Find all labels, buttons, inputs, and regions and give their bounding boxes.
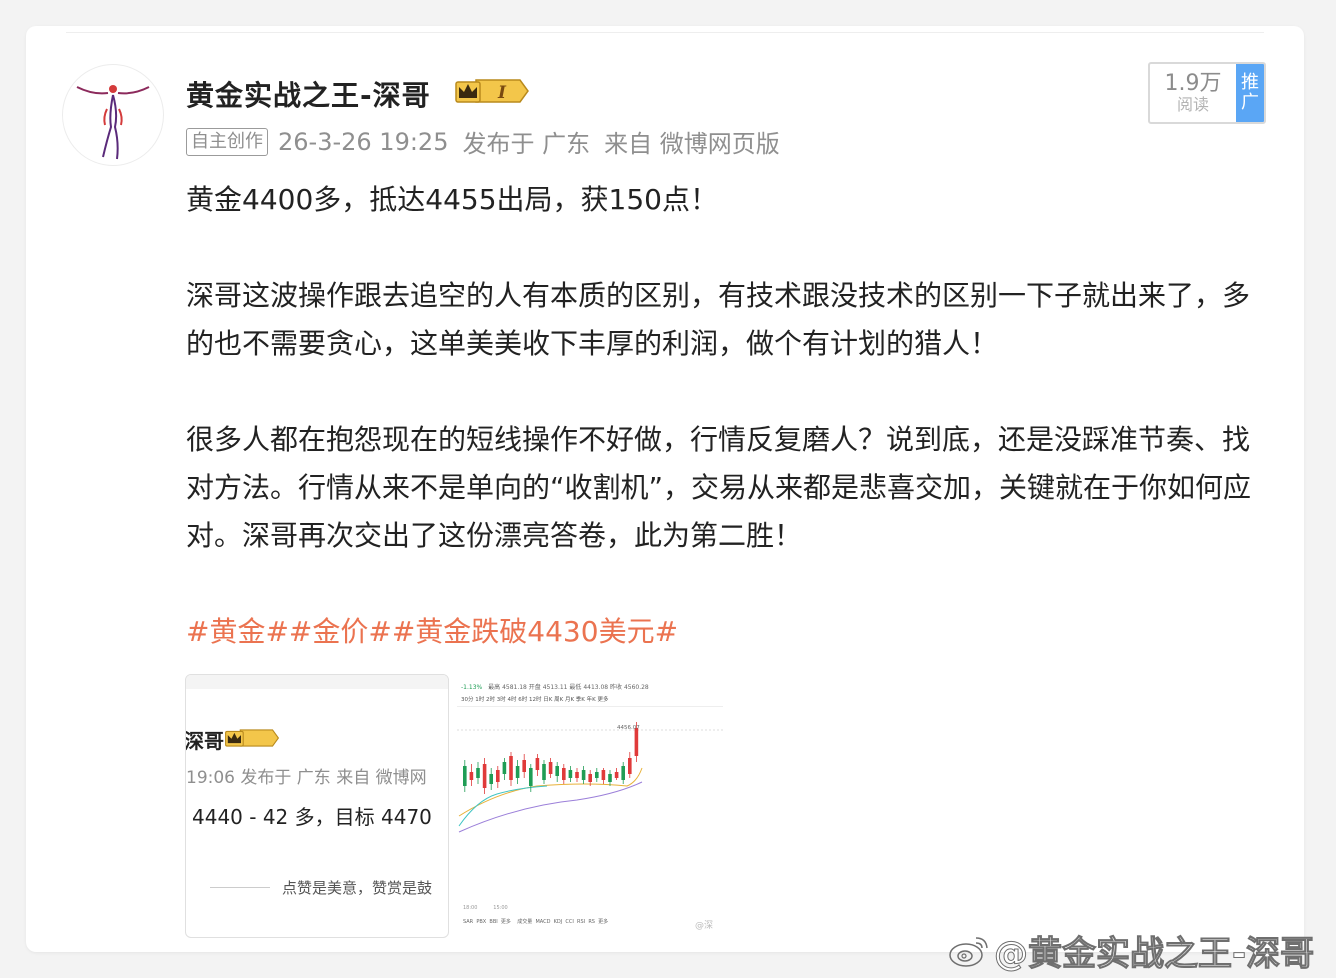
- post-meta: 自主创作 26-3-26 19:25 发布于 广东 来自 微博网页版: [186, 124, 780, 159]
- image1-content: 4440 - 42 多，目标 4470: [192, 805, 432, 829]
- candle-body: [555, 766, 559, 776]
- candle-body: [628, 758, 632, 774]
- candle-body: [562, 768, 566, 780]
- candlestick-chart: [457, 722, 723, 833]
- candle-body: [496, 770, 500, 782]
- chart-stats: 最高 4581.18 开盘 4513.11 最低 4413.08 昨收 4560…: [488, 684, 649, 691]
- author-name[interactable]: 黄金实战之王-深哥: [186, 74, 431, 114]
- candle-body: [548, 762, 553, 774]
- candle-body: [595, 772, 599, 778]
- candle-body: [614, 772, 619, 778]
- source-tag: 自主创作: [186, 127, 268, 156]
- attached-image-2[interactable]: -1.13% 最高 4581.18 开盘 4513.11 最低 4413.08 …: [457, 682, 723, 936]
- badge-level-text: I: [497, 83, 507, 103]
- post-hashtags[interactable]: #黄金##金价##黄金跌破4430美元#: [186, 608, 1266, 656]
- post-paragraph-3: 很多人都在抱怨现在的短线操作不好做，行情反复磨人？说到底，还是没踩准节奏、找对方…: [186, 423, 1252, 552]
- image1-divider: [210, 887, 270, 888]
- candle-body: [463, 766, 467, 786]
- post-timestamp[interactable]: 26-3-26 19:25: [278, 128, 448, 156]
- weibo-logo-icon: [949, 936, 988, 967]
- post-paragraph-1: 黄金4400多，抵达4455出局，获150点！: [186, 183, 718, 216]
- reads-label: 阅读: [1176, 95, 1209, 114]
- promote-label-2: 广: [1241, 92, 1259, 113]
- candle-body: [634, 728, 639, 756]
- weibo-watermark: @黄金实战之王-深哥: [948, 926, 1315, 975]
- post-client: 来自 微博网页版: [604, 130, 780, 158]
- candle-body: [535, 758, 540, 770]
- reads-count: 1.9万: [1164, 71, 1222, 96]
- candle-body: [581, 770, 586, 780]
- chart-ma-line: [458, 785, 548, 827]
- attached-image-1[interactable]: 深哥 19:06 发布于 广东 来自 微博网 4440 - 42 多，目标 44…: [185, 674, 449, 938]
- post-body: 黄金4400多，抵达4455出局，获150点！ 深哥这波操作跟去追空的人有本质的…: [186, 176, 1266, 656]
- vip-crown-badge-icon[interactable]: I: [454, 76, 530, 106]
- image-top-strip: [186, 675, 448, 689]
- image1-footer: 点赞是美意，赞赏是鼓: [282, 879, 433, 897]
- candle-body: [522, 760, 526, 772]
- candle-body: [509, 756, 513, 780]
- candle-body: [601, 770, 606, 780]
- candle-body: [568, 770, 573, 778]
- chart-price-label: 4456.07: [617, 725, 640, 731]
- watermark-text: @黄金实战之王-深哥: [993, 934, 1315, 975]
- chart-indicators: SAR PBX BBI 更多 成交量 MACD KDJ CCI RSI RS 更…: [463, 919, 609, 925]
- avatar[interactable]: [62, 64, 164, 166]
- reads-counter[interactable]: 1.9万 阅读 推 广: [1148, 62, 1266, 124]
- candle-body: [515, 766, 520, 778]
- candle-body: [542, 764, 546, 780]
- chart-header: -1.13% 最高 4581.18 开盘 4513.11 最低 4413.08 …: [461, 682, 649, 691]
- image1-meta: 19:06 发布于 广东 来自 微博网: [186, 768, 427, 788]
- chart-time-labels: 18:00 15:00: [463, 905, 508, 911]
- divider: [66, 32, 1264, 33]
- candle-body: [608, 774, 612, 782]
- avatar-figure-icon: [76, 85, 150, 160]
- candle-body: [502, 762, 507, 774]
- candle-body: [489, 774, 493, 784]
- post-location: 发布于 广东: [462, 130, 591, 158]
- candle-body: [529, 768, 533, 786]
- weibo-post-card: 黄金实战之王-深哥 I 自主创作 26-3-26 19:25 发布于 广东 来自…: [26, 26, 1304, 952]
- chart-period-tabs: 30分 1时 2时 3时 4时 6时 12时 日K 周K 月K 季K 年K 更多: [461, 697, 609, 703]
- reads-count-box: 1.9万 阅读: [1150, 64, 1236, 122]
- chart-ma-line: [458, 781, 643, 833]
- candle-body: [575, 772, 579, 778]
- promote-button[interactable]: 推 广: [1236, 64, 1264, 122]
- candle-body: [588, 774, 592, 782]
- image1-author: 深哥: [185, 729, 224, 753]
- candle-body: [476, 768, 480, 778]
- promote-label-1: 推: [1241, 72, 1259, 93]
- candle-body: [469, 772, 474, 780]
- image1-crown-icon: [225, 729, 280, 747]
- candle-body: [482, 764, 487, 788]
- chart-change: -1.13%: [461, 684, 483, 691]
- post-paragraph-2: 深哥这波操作跟去追空的人有本质的区别，有技术跟没技术的区别一下子就出来了，多的也…: [186, 279, 1251, 360]
- chart-watermark: @深: [695, 921, 714, 931]
- candle-body: [621, 766, 625, 780]
